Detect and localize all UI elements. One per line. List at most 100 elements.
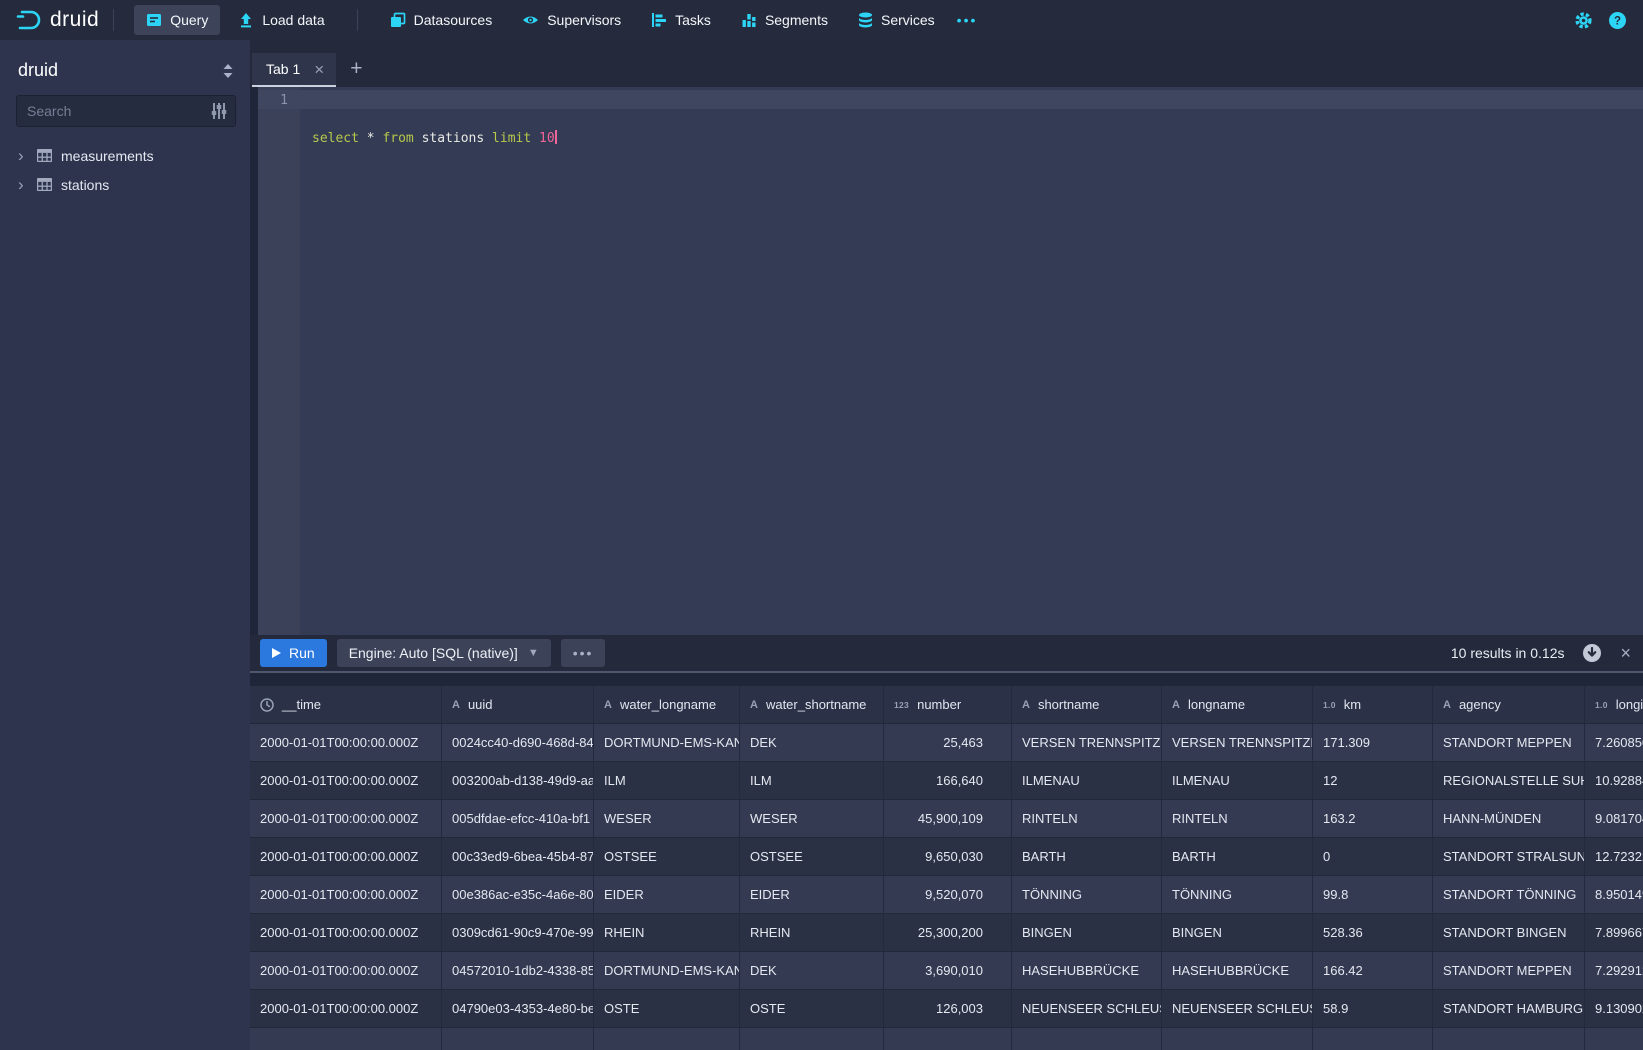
cell-agency[interactable]: STANDORT STRALSUND [1433, 838, 1585, 876]
cell-water_shortname[interactable]: OSTE [740, 990, 884, 1028]
cell-shortname[interactable]: BARTH [1012, 838, 1162, 876]
cell-longname[interactable]: NEUENSEER SCHLEUSEN [1162, 990, 1313, 1028]
column-header-water_longname[interactable]: Awater_longname [594, 686, 740, 724]
cell-uuid[interactable]: 04572010-1db2-4338-85 [442, 952, 594, 990]
cell-agency[interactable]: STANDORT TÖNNING [1433, 876, 1585, 914]
search-input[interactable] [16, 95, 236, 127]
sidebar-item-measurements[interactable]: › measurements [16, 141, 236, 170]
cell-agency[interactable]: REGIONALSTELLE SUHL [1433, 762, 1585, 800]
cell-longname[interactable]: TÖNNING [1162, 876, 1313, 914]
cell-uuid[interactable]: 0024cc40-d690-468d-84 [442, 724, 594, 762]
cell-number[interactable]: 9,650,030 [884, 838, 1012, 876]
cell-water_longname[interactable]: DORTMUND-EMS-KANA [594, 724, 740, 762]
settings-gear-icon[interactable] [1574, 11, 1593, 30]
nav-item-query[interactable]: Query [134, 5, 220, 35]
column-header-number[interactable]: 123number [884, 686, 1012, 724]
schema-selector[interactable]: druid [16, 54, 236, 95]
cell-longitude[interactable]: 12.723220 [1585, 838, 1643, 876]
cell-shortname[interactable]: TÖNNING [1012, 876, 1162, 914]
tab-tab1[interactable]: Tab 1 × [252, 53, 336, 87]
chevron-right-icon[interactable]: › [18, 176, 28, 193]
column-header-km[interactable]: 1.0km [1313, 686, 1433, 724]
cell-agency[interactable]: STANDORT MEPPEN [1433, 952, 1585, 990]
cell-number[interactable]: 9,520,070 [884, 876, 1012, 914]
cell-km[interactable]: 163.2 [1313, 800, 1433, 838]
cell-agency[interactable]: STANDORT MEPPEN [1433, 724, 1585, 762]
editor-code-area[interactable]: select * from stations limit 10 [300, 87, 1643, 635]
cell-uuid[interactable]: 00c33ed9-6bea-45b4-87 [442, 838, 594, 876]
cell-water_longname[interactable]: RHEIN [594, 914, 740, 952]
nav-item-datasources[interactable]: Datasources [378, 5, 505, 35]
column-header-uuid[interactable]: Auuid [442, 686, 594, 724]
cell-__time[interactable]: 2000-01-01T00:00:00.000Z [250, 914, 442, 952]
cell-number[interactable]: 166,640 [884, 762, 1012, 800]
cell-water_longname[interactable]: OSTE [594, 990, 740, 1028]
cell-water_shortname[interactable]: OSTSEE [740, 838, 884, 876]
cell-__time[interactable]: 2000-01-01T00:00:00.000Z [250, 952, 442, 990]
cell-water_longname[interactable]: OSTSEE [594, 838, 740, 876]
column-header-agency[interactable]: Aagency [1433, 686, 1585, 724]
cell-shortname[interactable]: ILMENAU [1012, 762, 1162, 800]
cell-number[interactable]: 126,003 [884, 990, 1012, 1028]
tab-close-icon[interactable]: × [314, 61, 324, 78]
cell-longname[interactable]: BARTH [1162, 838, 1313, 876]
cell-longitude[interactable]: 8.950149 [1585, 876, 1643, 914]
cell-number[interactable]: 45,900,109 [884, 800, 1012, 838]
cell-water_longname[interactable]: EIDER [594, 876, 740, 914]
cell-__time[interactable]: 2000-01-01T00:00:00.000Z [250, 800, 442, 838]
column-header-water_shortname[interactable]: Awater_shortname [740, 686, 884, 724]
cell-__time[interactable]: 2000-01-01T00:00:00.000Z [250, 876, 442, 914]
cell-shortname[interactable]: HASEHUBBRÜCKE [1012, 952, 1162, 990]
cell-uuid[interactable]: 0309cd61-90c9-470e-99 [442, 914, 594, 952]
cell-longitude[interactable]: 7.260850 [1585, 724, 1643, 762]
query-more-button[interactable]: ••• [561, 639, 606, 667]
cell-longitude[interactable]: 10.928843 [1585, 762, 1643, 800]
cell-water_longname[interactable]: WESER [594, 800, 740, 838]
cell-water_shortname[interactable]: RHEIN [740, 914, 884, 952]
nav-item-tasks[interactable]: Tasks [639, 5, 723, 35]
cell-km[interactable]: 0 [1313, 838, 1433, 876]
cell-water_shortname[interactable]: DEK [740, 724, 884, 762]
cell-number[interactable]: 25,300,200 [884, 914, 1012, 952]
cell-water_longname[interactable]: ILM [594, 762, 740, 800]
cell-longitude[interactable]: 7.292912 [1585, 952, 1643, 990]
cell-water_shortname[interactable]: ILM [740, 762, 884, 800]
druid-logo[interactable]: druid [16, 8, 99, 32]
cell-shortname[interactable]: VERSEN TRENNSPITZE [1012, 724, 1162, 762]
cell-agency[interactable]: STANDORT BINGEN [1433, 914, 1585, 952]
cell-longname[interactable]: ILMENAU [1162, 762, 1313, 800]
nav-item-load-data[interactable]: Load data [226, 5, 336, 35]
cell-agency[interactable]: STANDORT HAMBURG [1433, 990, 1585, 1028]
cell-km[interactable]: 166.42 [1313, 952, 1433, 990]
cell-km[interactable]: 58.9 [1313, 990, 1433, 1028]
add-tab-button[interactable]: + [336, 57, 376, 87]
close-results-icon[interactable]: × [1620, 644, 1631, 662]
cell-longname[interactable]: BINGEN [1162, 914, 1313, 952]
cell-uuid[interactable]: 005dfdae-efcc-410a-bf1 [442, 800, 594, 838]
cell-uuid[interactable]: 04790e03-4353-4e80-be [442, 990, 594, 1028]
filter-sliders-icon[interactable] [210, 102, 228, 120]
cell-__time[interactable]: 2000-01-01T00:00:00.000Z [250, 762, 442, 800]
sql-editor[interactable]: 1 select * from stations limit 10 [258, 87, 1643, 635]
cell-longname[interactable]: RINTELN [1162, 800, 1313, 838]
cell-__time[interactable]: 2000-01-01T00:00:00.000Z [250, 724, 442, 762]
cell-longname[interactable]: VERSEN TRENNSPITZE [1162, 724, 1313, 762]
help-icon[interactable]: ? [1608, 11, 1627, 30]
cell-longitude[interactable]: 9.130902 [1585, 990, 1643, 1028]
cell-number[interactable]: 3,690,010 [884, 952, 1012, 990]
nav-item-services[interactable]: Services [846, 5, 947, 35]
run-button[interactable]: Run [260, 639, 327, 667]
cell-shortname[interactable]: NEUENSEER SCHLEUSEN [1012, 990, 1162, 1028]
column-header-longname[interactable]: Alongname [1162, 686, 1313, 724]
cell-water_shortname[interactable]: WESER [740, 800, 884, 838]
cell-longitude[interactable]: 9.081704 [1585, 800, 1643, 838]
download-results-icon[interactable] [1582, 643, 1602, 663]
column-header-shortname[interactable]: Ashortname [1012, 686, 1162, 724]
cell-uuid[interactable]: 003200ab-d138-49d9-aa [442, 762, 594, 800]
double-caret-icon[interactable] [222, 64, 234, 78]
chevron-right-icon[interactable]: › [18, 147, 28, 164]
nav-item-segments[interactable]: Segments [729, 5, 840, 35]
cell-km[interactable]: 99.8 [1313, 876, 1433, 914]
engine-select-button[interactable]: Engine: Auto [SQL (native)] ▼ [337, 639, 551, 667]
cell-water_shortname[interactable]: DEK [740, 952, 884, 990]
